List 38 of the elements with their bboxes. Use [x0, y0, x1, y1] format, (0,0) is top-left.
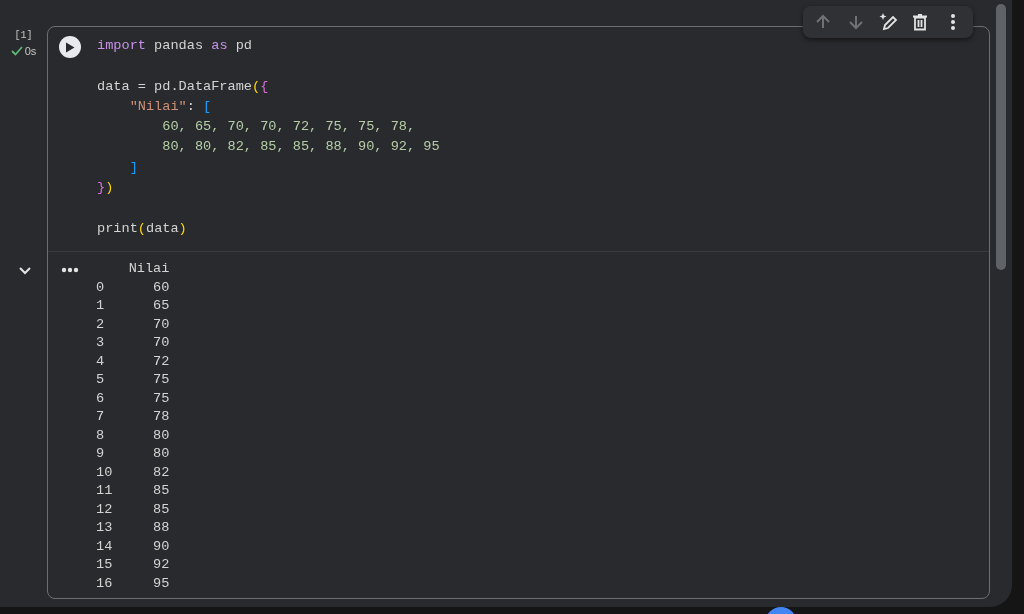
output-line: 3 70	[96, 334, 170, 352]
output-line: 8 80	[96, 426, 170, 445]
code-line: "Nilai": [	[128, 97, 213, 116]
output-line: 4 72	[96, 352, 170, 371]
output-line: 0 60	[96, 278, 170, 297]
output-line: 16 95	[96, 574, 170, 593]
output-line: 10 82	[96, 463, 170, 482]
run-duration: 0s	[24, 45, 37, 57]
output-line: 6 75	[96, 389, 170, 408]
arrow-up-icon	[815, 14, 832, 30]
trash-icon	[913, 13, 928, 31]
output-line: 7 78	[96, 408, 170, 426]
scrollbar-thumb[interactable]	[996, 4, 1006, 270]
output-line: 5 75	[96, 371, 170, 389]
code-line: import pandas as pd	[97, 37, 254, 55]
output-line: 11 85	[96, 482, 170, 500]
code-line: print(data)	[97, 219, 188, 238]
output-line: 14 90	[96, 537, 170, 556]
more-icon	[950, 14, 955, 30]
output-line: 12 85	[96, 500, 170, 519]
code-line: ]	[128, 158, 139, 177]
output-line: Nilai	[127, 260, 170, 278]
output-line: 1 65	[96, 297, 170, 315]
toolbar-button[interactable]	[877, 12, 898, 32]
code-line: data = pd.DataFrame({	[97, 77, 270, 96]
output-line: 2 70	[96, 315, 170, 334]
arrow-down-icon	[847, 14, 864, 30]
code-line: 60, 65, 70, 70, 72, 75, 75, 78,	[161, 118, 417, 137]
execution-count: [1]	[14, 30, 33, 41]
output-menu-icon[interactable]	[61, 267, 79, 273]
output-line: 13 88	[96, 519, 170, 537]
run-button[interactable]	[59, 36, 81, 58]
sparkle-pencil-icon	[877, 13, 898, 31]
output-line: 9 80	[96, 445, 170, 463]
play-icon	[65, 41, 75, 53]
output-line: 15 92	[96, 556, 170, 574]
code-line: })	[97, 179, 115, 198]
code-line: 80, 80, 82, 85, 85, 88, 90, 92, 95	[161, 138, 440, 157]
